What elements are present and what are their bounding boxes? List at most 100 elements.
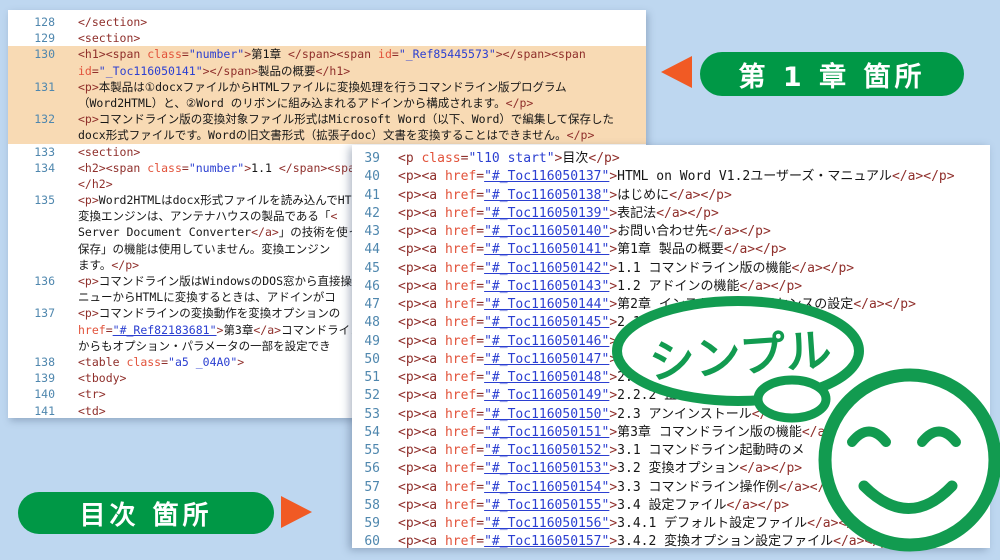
code-text: <p><a href="#_Toc116050138">はじめに</a></p>: [398, 187, 732, 205]
code-text: <p><a href="#_Toc116050151">第3章 コマンドライン版…: [398, 424, 864, 442]
code-line[interactable]: 52<p><a href="#_Toc116050149">2.2.2 正: [352, 387, 990, 405]
line-number: 138: [8, 354, 55, 370]
code-text: からもオプション・パラメータの一部を設定でき: [78, 338, 331, 354]
line-number: 53: [352, 406, 380, 424]
code-text: id="_Toc116050141"></span>製品の概要</h1>: [78, 63, 350, 79]
code-text: <td>: [78, 403, 106, 419]
code-line[interactable]: 58 <p><a href="#_Toc116050155">3.4 設定ファイル…: [352, 497, 990, 515]
code-text: <p>Word2HTMLはdocx形式ファイルを読み込んでHT: [78, 192, 352, 208]
code-line[interactable]: 129 <section>: [8, 30, 646, 46]
code-line[interactable]: 53<p><a href="#_Toc116050150">2.3 アンインスト…: [352, 406, 990, 424]
code-text: <p><a href="#_Toc116050147">2: [398, 351, 625, 369]
line-number: 128: [8, 14, 55, 30]
code-text: ます。</p>: [78, 257, 139, 273]
code-line[interactable]: docx形式ファイルです。Wordの旧文書形式（拡張子doc）文書を変換すること…: [8, 127, 646, 143]
code-text: <p><a href="#_Toc116050152">3.1 コマンドライン起…: [398, 442, 804, 460]
code-text: <p><a href="#_Toc116050144">第2章 インストールとラ…: [398, 296, 916, 314]
line-number: 141: [8, 403, 55, 419]
line-number: 129: [8, 30, 55, 46]
line-number: 42: [352, 205, 380, 223]
code-text: ニューからHTMLに変換するときは、アドインがコ: [78, 289, 336, 305]
line-number: 51: [352, 369, 380, 387]
code-line[interactable]: id="_Toc116050141"></span>製品の概要</h1>: [8, 63, 646, 79]
code-text: <p><a href="#_Toc116050142">1.1 コマンドライン版…: [398, 260, 854, 278]
code-text: docx形式ファイルです。Wordの旧文書形式（拡張子doc）文書を変換すること…: [78, 127, 594, 143]
page-canvas: { "colors": { "background": "#bed7f0", "…: [0, 0, 1000, 560]
code-line[interactable]: 45 <p><a href="#_Toc116050142">1.1 コマンドライ…: [352, 260, 990, 278]
code-line[interactable]: 51<p><a href="#_Toc116050148">2.2: [352, 369, 990, 387]
line-number: 131: [8, 79, 55, 95]
code-line[interactable]: 60<p><a href="#_Toc116050157">3.4.2 変換オプ…: [352, 533, 990, 548]
toc-pointer-right-arrow-icon: [281, 496, 312, 528]
code-text: <p><a href="#_Toc116050137">HTML on Word…: [398, 168, 955, 186]
code-text: <tr>: [78, 386, 106, 402]
code-line[interactable]: 131 <p>本製品は①docxファイルからHTMLファイルに変換処理を行うコマン…: [8, 79, 646, 95]
code-line[interactable]: 40 <p><a href="#_Toc116050137">HTML on Wo…: [352, 168, 990, 186]
code-line[interactable]: 49 <p><a href="#_Toc116050146">2: [352, 333, 990, 351]
chapter-pointer-left-arrow-icon: [661, 56, 692, 88]
code-text: <p><a href="#_Toc116050154">3.3 コマンドライン操…: [398, 479, 841, 497]
code-text: 保存」の機能は使用していません。変換エンジン: [78, 241, 330, 257]
code-text: <p><a href="#_Toc116050143">1.2 アドインの機能<…: [398, 278, 802, 296]
line-number: 54: [352, 424, 380, 442]
code-line[interactable]: 128</section>: [8, 14, 646, 30]
line-number: 45: [352, 260, 380, 278]
code-line[interactable]: 50 <p><a href="#_Toc116050147">2: [352, 351, 990, 369]
code-text: <p>本製品は①docxファイルからHTMLファイルに変換処理を行うコマンドライ…: [78, 79, 567, 95]
code-text: <p>コマンドラインの変換動作を変換オプションの: [78, 305, 340, 321]
line-number: 39: [352, 150, 380, 168]
code-line[interactable]: 132 <p>コマンドライン版の変換対象ファイル形式はMicrosoft Word…: [8, 111, 646, 127]
code-text: <p><a href="#_Toc116050140">お問い合わせ先</a><…: [398, 223, 771, 241]
code-text: <table class="a5 _04A0">: [78, 354, 244, 370]
code-text: <tbody>: [78, 370, 126, 386]
line-number: 46: [352, 278, 380, 296]
code-text: href="#_Ref82183681">第3章</a>コマンドライン: [78, 322, 362, 338]
line-number: 49: [352, 333, 380, 351]
code-line[interactable]: 59<p><a href="#_Toc116050156">3.4.1 デフォル…: [352, 515, 990, 533]
code-text: <p><a href="#_Toc116050145">2.1: [398, 314, 648, 332]
code-text: <h1><span class="number">第1章 </span><spa…: [78, 46, 586, 62]
code-text: <p>コマンドライン版の変換対象ファイル形式はMicrosoft Word（以下…: [78, 111, 614, 127]
line-number: 48: [352, 314, 380, 332]
toc-badge-label: 目次 箇所: [79, 495, 212, 532]
code-line[interactable]: （Word2HTML）と、②Word のリボンに組み込まれるアドインから構成され…: [8, 95, 646, 111]
line-number: 52: [352, 387, 380, 405]
code-text: <p><a href="#_Toc116050157">3.4.2 変換オプショ…: [398, 533, 896, 548]
code-line[interactable]: 54 <p><a href="#_Toc116050151">第3章 コマンドライ…: [352, 424, 990, 442]
code-text: <p><a href="#_Toc116050153">3.2 変換オプション<…: [398, 460, 802, 478]
code-line[interactable]: 56 <p><a href="#_Toc116050153">3.2 変換オプショ…: [352, 460, 990, 478]
toc-source-editor-panel: 39<p class="l10 start">目次</p>40 <p><a hre…: [352, 145, 990, 548]
code-line[interactable]: 130 <h1><span class="number">第1章 </span><…: [8, 46, 646, 62]
line-number: 140: [8, 386, 55, 402]
line-number: 59: [352, 515, 380, 533]
toc-badge: 目次 箇所: [18, 492, 274, 534]
code-text: <p><a href="#_Toc116050155">3.4 設定ファイル</…: [398, 497, 789, 515]
code-text: <p><a href="#_Toc116050146">2: [398, 333, 625, 351]
code-text: </h2>: [78, 176, 113, 192]
code-line[interactable]: 42<p><a href="#_Toc116050139">表記法</a></p…: [352, 205, 990, 223]
line-number: 44: [352, 241, 380, 259]
line-number: 56: [352, 460, 380, 478]
code-line[interactable]: 57<p><a href="#_Toc116050154">3.3 コマンドライ…: [352, 479, 990, 497]
code-text: Server Document Converter</a>」の技術を使って: [78, 224, 370, 240]
code-line[interactable]: 44<p><a href="#_Toc116050141">第1章 製品の概要<…: [352, 241, 990, 259]
code-line[interactable]: 39<p class="l10 start">目次</p>: [352, 150, 990, 168]
code-text: <section>: [78, 30, 140, 46]
line-number: 139: [8, 370, 55, 386]
line-number: 58: [352, 497, 380, 515]
code-text: <h2><span class="number">1.1 </span><spa…: [78, 160, 383, 176]
chapter-badge: 第 1 章 箇所: [700, 52, 964, 96]
code-line[interactable]: 47<p><a href="#_Toc116050144">第2章 インストール…: [352, 296, 990, 314]
code-line[interactable]: 43<p><a href="#_Toc116050140">お問い合わせ先</a…: [352, 223, 990, 241]
line-number: 40: [352, 168, 380, 186]
code-line[interactable]: 48 <p><a href="#_Toc116050145">2.1: [352, 314, 990, 332]
code-line[interactable]: 55<p><a href="#_Toc116050152">3.1 コマンドライ…: [352, 442, 990, 460]
line-number: 132: [8, 111, 55, 127]
line-number: 136: [8, 273, 55, 289]
line-number: 130: [8, 46, 55, 62]
code-line[interactable]: 41<p><a href="#_Toc116050138">はじめに</a></…: [352, 187, 990, 205]
line-number: 50: [352, 351, 380, 369]
code-text: <section>: [78, 144, 140, 160]
chapter-badge-label: 第 1 章 箇所: [739, 55, 926, 94]
code-line[interactable]: 46 <p><a href="#_Toc116050143">1.2 アドインの機…: [352, 278, 990, 296]
